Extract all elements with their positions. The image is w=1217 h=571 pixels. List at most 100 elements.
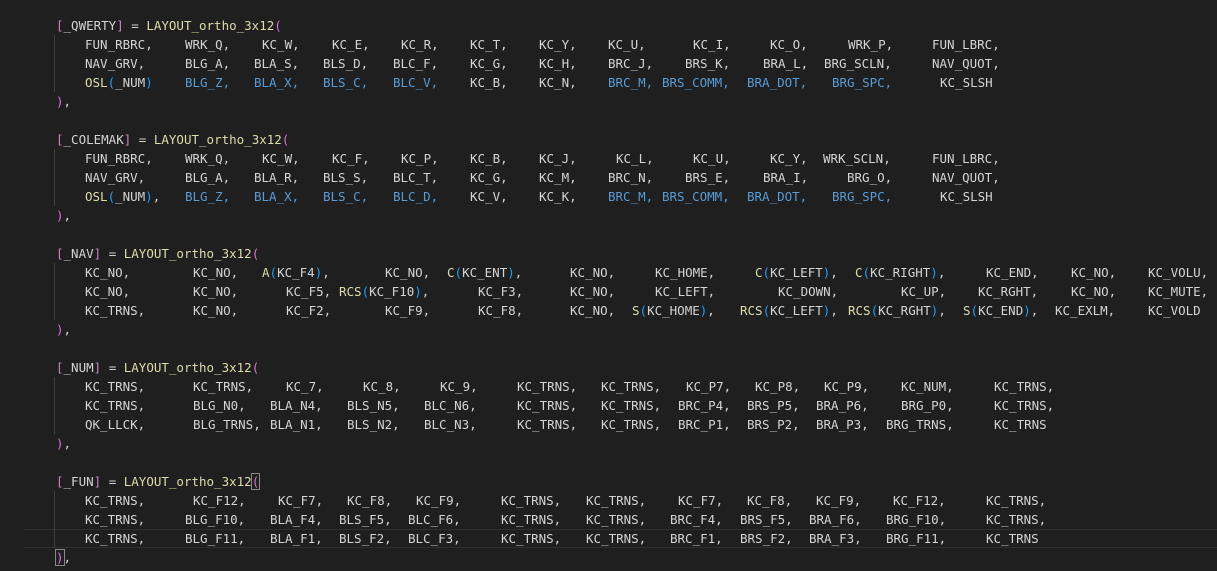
keycode-token: KC_W, xyxy=(262,37,300,52)
keycode-token: KC_SLSH xyxy=(940,189,993,204)
layer-footer: ), xyxy=(0,434,1217,453)
keycode-token: FUN_RBRC, xyxy=(85,151,153,166)
keycode-token: BLS_N5, xyxy=(347,398,400,413)
keycode-token: KC_B, xyxy=(470,151,508,166)
keycode-token: BRS_COMM, xyxy=(662,189,730,204)
keycode-token: BLG_F11, xyxy=(185,531,246,546)
keycode-token: KC_F3, xyxy=(478,284,524,299)
keycode-token: KC_J, xyxy=(539,151,577,166)
keycode-token: KC_NO, xyxy=(570,303,616,318)
keycode-token: KC_G, xyxy=(470,170,508,185)
keycode-token: BRC_F4, xyxy=(670,512,723,527)
keycode-token: NAV_GRV, xyxy=(85,170,146,185)
keycode-token: BRC_P4, xyxy=(678,398,731,413)
keycode-token: KC_L, xyxy=(616,151,654,166)
keycode-token: KC_LEFT, xyxy=(655,284,716,299)
keycode-token: KC_P8, xyxy=(755,379,801,394)
keycode-token: BLA_F4, xyxy=(270,512,323,527)
keycode-token: BLS_F2, xyxy=(339,531,392,546)
keycode-token: KC_P9, xyxy=(824,379,870,394)
keymap-row: KC_TRNS, KC_TRNS, KC_7, KC_8, KC_9, KC_TRNS, K… xyxy=(0,377,1217,396)
layer-header: [_FUN] = LAYOUT_ortho_3x12( xyxy=(0,472,1217,491)
keycode-token: KC_END, xyxy=(986,265,1039,280)
keycode-token: BRA_F3, xyxy=(809,531,862,546)
keycode-token: KC_P7, xyxy=(686,379,732,394)
keycode-token: BRS_P5, xyxy=(747,398,800,413)
keycode-token: KC_T, xyxy=(470,37,508,52)
keycode-token: BLC_F3, xyxy=(408,531,461,546)
keycode-token: RCS(KC_RGHT), xyxy=(848,303,946,318)
keycode-token: KC_TRNS, xyxy=(601,398,662,413)
keycode-token: KC_F7, xyxy=(278,493,324,508)
keymap-row: KC_NO, KC_NO, A(KC_F4), KC_NO, C(KC_ENT), KC_… xyxy=(0,263,1217,282)
keycode-token: KC_TRNS, xyxy=(586,531,647,546)
keycode-token: KC_9, xyxy=(440,379,478,394)
keycode-token: KC_DOWN, xyxy=(778,284,839,299)
keycode-token: BRA_L, xyxy=(763,56,809,71)
keycode-token: KC_NO, xyxy=(193,284,239,299)
keycode-token: KC_TRNS, xyxy=(517,417,578,432)
keycode-token: KC_F9, xyxy=(816,493,862,508)
keycode-token: KC_NO, xyxy=(1071,284,1117,299)
keymap-row: KC_TRNS, KC_NO, KC_F2, KC_F9, KC_F8, KC_NO, S(… xyxy=(0,301,1217,320)
keycode-token: KC_NO, xyxy=(1071,265,1117,280)
keycode-token: KC_E, xyxy=(332,37,370,52)
keycode-token: BLA_R, xyxy=(254,170,300,185)
keycode-token: KC_NO, xyxy=(193,265,239,280)
keycode-token: KC_F12, xyxy=(193,493,246,508)
keymap-row: FUN_RBRC, WRK_Q, KC_W, KC_E, KC_R, KC_T, KC_Y,… xyxy=(0,35,1217,54)
keycode-token: KC_TRNS, xyxy=(986,512,1047,527)
keycode-token: KC_F9, xyxy=(416,493,462,508)
keycode-token: BLA_S, xyxy=(254,56,300,71)
layer-header-text: [_FUN] = LAYOUT_ortho_3x12( xyxy=(56,473,261,490)
keycode-token: WRK_SCLN, xyxy=(823,151,891,166)
keycode-token: BLA_X, xyxy=(254,189,300,204)
keycode-token: KC_TRNS, xyxy=(85,379,146,394)
layer-header-text: [_COLEMAK] = LAYOUT_ortho_3x12( xyxy=(56,132,290,147)
keycode-token: BRS_K, xyxy=(685,56,731,71)
layer-footer: ), xyxy=(0,206,1217,225)
keycode-token: BLG_TRNS, xyxy=(193,417,261,432)
keycode-token: KC_7, xyxy=(286,379,324,394)
keycode-token: KC_N, xyxy=(539,75,577,90)
code-editor[interactable]: [_QWERTY] = LAYOUT_ortho_3x12( FUN_RBRC, W… xyxy=(0,0,1217,571)
keycode-token: KC_VOLD xyxy=(1148,303,1201,318)
keycode-token: KC_Y, xyxy=(539,37,577,52)
keycode-token: KC_TRNS, xyxy=(994,379,1055,394)
keymap-row: OSL(_NUM) BLG_Z, BLA_X, BLS_C, BLC_V, KC_B, KC… xyxy=(0,73,1217,92)
keycode-token: KC_U, xyxy=(608,37,646,52)
keycode-token: KC_NO, xyxy=(85,284,131,299)
keycode-token: QK_LLCK, xyxy=(85,417,146,432)
keycode-token: BLA_N4, xyxy=(270,398,323,413)
keycode-token: KC_TRNS, xyxy=(601,379,662,394)
keycode-token: KC_TRNS, xyxy=(501,531,562,546)
keycode-token: KC_8, xyxy=(363,379,401,394)
keycode-token: BRS_P2, xyxy=(747,417,800,432)
keycode-token: BLC_T, xyxy=(393,170,439,185)
keycode-token: KC_U, xyxy=(693,151,731,166)
keycode-token: KC_F8, xyxy=(747,493,793,508)
keycode-token: KC_NO, xyxy=(85,265,131,280)
keycode-token: BLC_F, xyxy=(393,56,439,71)
closing-paren: ), xyxy=(56,322,72,337)
keycode-token: KC_NO, xyxy=(570,265,616,280)
keycode-token: BLC_N6, xyxy=(424,398,477,413)
keycode-token: KC_K, xyxy=(539,189,577,204)
closing-paren: ), xyxy=(56,94,72,109)
keymap-row: NAV_GRV, BLG_A, BLA_S, BLS_D, BLC_F, KC_G, KC_… xyxy=(0,54,1217,73)
keycode-token: KC_NO, xyxy=(193,303,239,318)
keycode-token: BRG_SPC, xyxy=(832,75,893,90)
keycode-token: C(KC_LEFT), xyxy=(755,265,838,280)
keycode-token: BLA_F1, xyxy=(270,531,323,546)
keycode-token: KC_H, xyxy=(539,56,577,71)
keycode-token: BLS_N2, xyxy=(347,417,400,432)
keycode-token: KC_TRNS, xyxy=(517,379,578,394)
keycode-token: KC_F, xyxy=(332,151,370,166)
keycode-token: S(KC_END), xyxy=(963,303,1039,318)
keycode-token: BRC_J, xyxy=(608,56,654,71)
layer-header-text: [_QWERTY] = LAYOUT_ortho_3x12( xyxy=(56,18,282,33)
keycode-token: BLA_N1, xyxy=(270,417,323,432)
keycode-token: KC_TRNS, xyxy=(85,493,146,508)
layer-header-text: [_NUM] = LAYOUT_ortho_3x12( xyxy=(56,360,260,375)
keycode-token: KC_TRNS xyxy=(994,417,1047,432)
